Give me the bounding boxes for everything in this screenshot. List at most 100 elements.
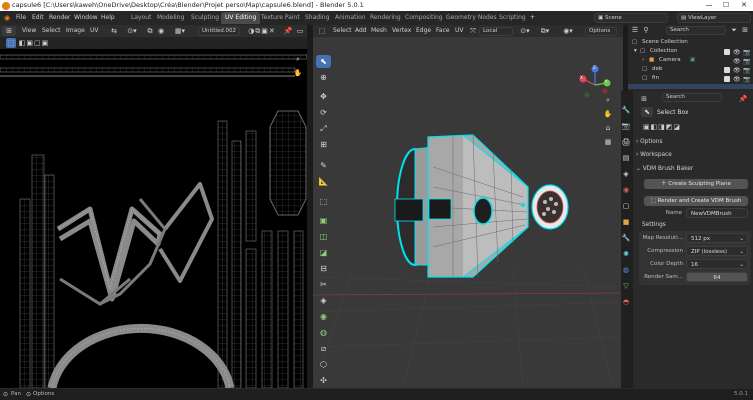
- exclude-checkbox[interactable]: [724, 75, 730, 82]
- panel-workspace[interactable]: › Workspace: [636, 150, 750, 161]
- render-vdm-brush-button[interactable]: ⬚ Render and Create VDM Brush: [644, 196, 748, 206]
- image-actions-icon[interactable]: ◑⧉▣✕: [242, 26, 282, 36]
- tab-layout[interactable]: Layout: [127, 12, 155, 24]
- outliner-row-scene-collection[interactable]: ▢ Scene Collection: [628, 38, 753, 47]
- uv-select-mode-icon[interactable]: ◧▣▢▣: [18, 38, 50, 48]
- smooth-tool-icon[interactable]: ◍: [316, 326, 331, 339]
- tab-shading[interactable]: Shading: [301, 12, 333, 24]
- move-tool-icon[interactable]: ✥: [316, 90, 331, 103]
- outliner-funnel-icon[interactable]: ⏷: [729, 25, 739, 35]
- uv-pivot-icon[interactable]: ⊙▾: [122, 26, 142, 36]
- transform-tool-icon[interactable]: ⊞: [316, 138, 331, 151]
- snap-icon[interactable]: ⧉▾: [535, 26, 555, 36]
- proportional-edit-icon[interactable]: ◉▾: [559, 26, 577, 36]
- uv-snap-icon[interactable]: ⧉: [144, 26, 156, 36]
- outliner-search-input[interactable]: Search: [666, 26, 726, 35]
- maximize-button[interactable]: ☐: [717, 0, 735, 11]
- outliner-selected-row[interactable]: [628, 84, 753, 89]
- tab-uv-editing[interactable]: UV Editing: [221, 12, 261, 24]
- transform-orientation-dropdown[interactable]: Local: [479, 26, 513, 36]
- render-samples-field[interactable]: 64: [686, 272, 748, 282]
- vp-menu-vertex[interactable]: Vertex: [389, 26, 414, 36]
- uv-image-browse-icon[interactable]: ▦▾: [168, 26, 192, 36]
- shear-tool-icon[interactable]: ✣: [316, 374, 331, 387]
- uv-menu-image[interactable]: Image: [63, 26, 88, 36]
- compression-dropdown[interactable]: ZIP (lossless) ⌄: [686, 246, 748, 256]
- vp-menu-select[interactable]: Select: [330, 26, 355, 36]
- vp-menu-edge[interactable]: Edge: [413, 26, 434, 36]
- select-box-tool-icon[interactable]: ⬉: [316, 55, 331, 68]
- outliner-filter-icon[interactable]: ⚲: [641, 25, 651, 35]
- editor-type-uv-icon[interactable]: ⊞: [2, 26, 16, 36]
- particles-tab-icon[interactable]: ✺: [620, 249, 632, 260]
- physics-tab-icon[interactable]: ◍: [620, 265, 632, 276]
- editor-type-3d-icon[interactable]: ⬚: [315, 26, 329, 36]
- tab-texture-paint[interactable]: Texture Paint: [257, 12, 304, 24]
- view-layer-tab-icon[interactable]: ▤: [620, 153, 632, 164]
- map-resolution-dropdown[interactable]: 512 px ⌄: [686, 233, 748, 243]
- new-collection-icon[interactable]: ⊞: [740, 25, 750, 35]
- loop-cut-tool-icon[interactable]: ⊟: [316, 262, 331, 275]
- material-tab-icon[interactable]: ◓: [620, 297, 632, 308]
- menu-edit[interactable]: Edit: [29, 13, 47, 23]
- modifier-tab-icon[interactable]: 🔧: [620, 233, 632, 244]
- pin-icon[interactable]: 📌: [283, 26, 293, 36]
- menu-file[interactable]: File: [13, 13, 29, 23]
- world-tab-icon[interactable]: ◉: [620, 185, 632, 196]
- collection-tab-icon[interactable]: ▢: [620, 201, 632, 212]
- outliner-row-camera[interactable]: › ■ Camera ▣ 👁 📷: [628, 56, 753, 65]
- inset-tool-icon[interactable]: ◫: [316, 230, 331, 243]
- uv-menu-view[interactable]: View: [19, 26, 39, 36]
- uv-proportional-icon[interactable]: ◉: [156, 26, 166, 36]
- poly-build-tool-icon[interactable]: ◈: [316, 294, 331, 307]
- uv-editor-canvas[interactable]: ⌕ ✋: [0, 49, 307, 388]
- panel-options[interactable]: › Options: [636, 137, 750, 148]
- bevel-tool-icon[interactable]: ◪: [316, 246, 331, 259]
- color-depth-dropdown[interactable]: 16 ⌄: [686, 259, 748, 269]
- close-button[interactable]: ✕: [735, 0, 753, 11]
- panel-vdm-brush-baker[interactable]: ⌄ VDM Brush Baker: [636, 164, 750, 175]
- exclude-checkbox[interactable]: [724, 48, 730, 55]
- cursor-tool-icon[interactable]: ⊕: [316, 71, 331, 84]
- uv-zoom-icon[interactable]: ⌕: [292, 54, 304, 64]
- shrink-fatten-tool-icon[interactable]: ⬡: [316, 358, 331, 371]
- spin-tool-icon[interactable]: ◉: [316, 310, 331, 323]
- exclude-checkbox[interactable]: [724, 66, 730, 73]
- outliner-row-collection[interactable]: ▾ ▢ Collection 👁 📷: [628, 47, 753, 56]
- extrude-tool-icon[interactable]: ▣: [316, 214, 331, 227]
- rotate-tool-icon[interactable]: ⟳: [316, 106, 331, 119]
- pan-hand-icon[interactable]: ✋: [601, 109, 615, 119]
- scale-tool-icon[interactable]: ⤢: [316, 122, 331, 135]
- camera-view-icon[interactable]: ⌂: [601, 123, 615, 133]
- vp-menu-face[interactable]: Face: [433, 26, 453, 36]
- tab-sculpting[interactable]: Sculpting: [187, 12, 223, 24]
- brush-name-input[interactable]: NewVDMBrush: [686, 208, 748, 218]
- tab-animation[interactable]: Animation: [331, 12, 370, 24]
- measure-tool-icon[interactable]: 📐: [316, 175, 331, 188]
- menu-window[interactable]: Window: [71, 13, 101, 23]
- outliner-row-deb[interactable]: ▢ deb 👁 📷: [628, 65, 753, 74]
- outliner-row-fin[interactable]: ▢ fin 👁 📷: [628, 74, 753, 83]
- outliner-type-icon[interactable]: ☰: [630, 25, 640, 35]
- menu-help[interactable]: Help: [98, 13, 118, 23]
- vp-menu-mesh[interactable]: Mesh: [368, 26, 390, 36]
- object-tab-icon[interactable]: ■: [620, 217, 632, 228]
- tool-tab-icon[interactable]: 🔧: [620, 105, 632, 116]
- properties-search-input[interactable]: Search: [662, 93, 722, 102]
- add-cube-tool-icon[interactable]: ⬚: [316, 195, 331, 208]
- uv-overlay-icon[interactable]: ▭: [294, 26, 306, 36]
- tab-modeling[interactable]: Modeling: [153, 12, 188, 24]
- add-workspace-button[interactable]: +: [526, 12, 539, 24]
- edge-slide-tool-icon[interactable]: ⧄: [316, 342, 331, 355]
- viewport-canvas[interactable]: X Y Z ⌕ ✋ ⌂ ▦: [313, 37, 623, 388]
- zoom-icon[interactable]: ⌕: [601, 95, 615, 105]
- tab-compositing[interactable]: Compositing: [401, 12, 447, 24]
- properties-display-icon[interactable]: ⊞: [638, 94, 650, 104]
- render-camera-icon[interactable]: 📷: [743, 75, 750, 84]
- select-mode-buttons[interactable]: ▣◧◨◩◪: [640, 122, 684, 132]
- tab-scripting[interactable]: Scripting: [495, 12, 530, 24]
- perspective-grid-icon[interactable]: ▦: [601, 137, 615, 147]
- image-name-field[interactable]: Untitled.002: [198, 26, 240, 36]
- scene-tab-icon[interactable]: ◈: [620, 169, 632, 180]
- vp-menu-uv[interactable]: UV: [452, 26, 467, 36]
